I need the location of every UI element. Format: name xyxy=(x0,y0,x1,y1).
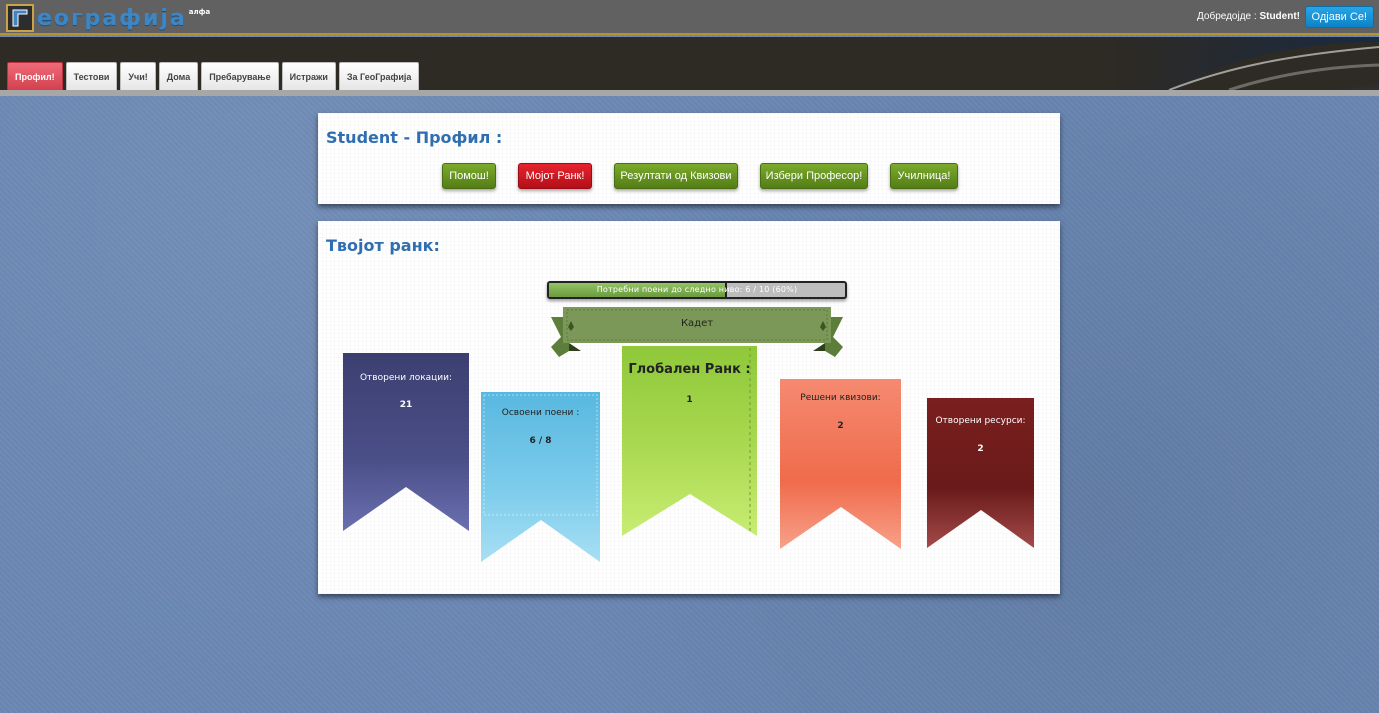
level-progress-bar: Потребни поени до следно ниво: 6 / 10 (6… xyxy=(547,281,847,299)
logo-text: еографија xyxy=(37,5,187,31)
tab-5[interactable]: Истражи xyxy=(281,62,336,90)
level-progress-text: Потребни поени до следно ниво: 6 / 10 (6… xyxy=(596,285,798,294)
banner-opened-resources-label: Отворени ресурси: xyxy=(935,416,1026,426)
tab-2[interactable]: Учи! xyxy=(120,62,156,90)
welcome-text: Добредојде : Student! xyxy=(1197,11,1300,22)
top-bar: еографија алфа Добредојде : Student! Одј… xyxy=(0,0,1379,35)
profile-button-row: Помош! Мојот Ранк! Резултати од Квизови Изб… xyxy=(318,163,1060,190)
banner-solved-quizzes-label: Решени квизови: xyxy=(800,393,881,403)
logout-button[interactable]: Одјави Се! xyxy=(1304,6,1374,28)
logo-badge: алфа xyxy=(188,8,211,16)
banner-earned-points-value: 6 / 8 xyxy=(529,436,552,446)
tab-6[interactable]: За ГеоГрафија xyxy=(338,62,420,90)
quiz-results-button[interactable]: Резултати од Квизови xyxy=(614,163,738,189)
help-button[interactable]: Помош! xyxy=(442,163,496,189)
logo-g-icon xyxy=(6,4,34,32)
tab-1[interactable]: Тестови xyxy=(65,62,118,90)
banner-solved-quizzes: Решени квизови: 2 xyxy=(780,379,901,551)
my-rank-button[interactable]: Мојот Ранк! xyxy=(518,163,592,189)
banner-global-rank-label: Глобален Ранк : xyxy=(628,362,751,377)
rank-title: Твојот ранк: xyxy=(326,236,440,255)
logo[interactable]: еографија алфа xyxy=(6,4,210,32)
tab-3[interactable]: Дома xyxy=(158,62,199,90)
nav-divider xyxy=(0,90,1379,96)
earth-banner-image xyxy=(1109,37,1379,90)
choose-professor-button[interactable]: Избери Професор! xyxy=(760,163,868,189)
classroom-button[interactable]: Училница! xyxy=(890,163,958,189)
banner-earned-points: Освоени поени : 6 / 8 xyxy=(481,392,600,564)
banner-opened-resources-value: 2 xyxy=(977,444,984,454)
banner-open-locations: Отворени локации: 21 xyxy=(343,353,469,533)
banner-solved-quizzes-value: 2 xyxy=(837,421,844,431)
banner-earned-points-label: Освоени поени : xyxy=(501,408,580,418)
banner-open-locations-label: Отворени локации: xyxy=(359,373,453,383)
tab-4[interactable]: Пребарување xyxy=(201,62,279,90)
rank-panel: Твојот ранк: Потребни поени до следно ни… xyxy=(318,221,1060,594)
nav-band: Профил! Тестови Учи! Дома Пребарување Истражи… xyxy=(0,37,1379,90)
banner-open-locations-value: 21 xyxy=(399,400,413,410)
level-name: Кадет xyxy=(680,318,714,329)
banner-global-rank-value: 1 xyxy=(686,395,693,405)
nav-tabs: Профил! Тестови Учи! Дома Пребарување Истражи… xyxy=(7,62,420,90)
tab-0[interactable]: Профил! xyxy=(7,62,63,90)
banner-global-rank: Глобален Ранк : 1 xyxy=(622,346,757,541)
welcome-user: Student! xyxy=(1259,11,1300,22)
welcome-prefix: Добредојде : xyxy=(1197,11,1260,22)
profile-panel: Student - Профил : Помош! Мојот Ранк! Резу… xyxy=(318,113,1060,204)
profile-title: Student - Профил : xyxy=(326,128,503,147)
banner-opened-resources: Отворени ресурси: 2 xyxy=(927,398,1034,550)
